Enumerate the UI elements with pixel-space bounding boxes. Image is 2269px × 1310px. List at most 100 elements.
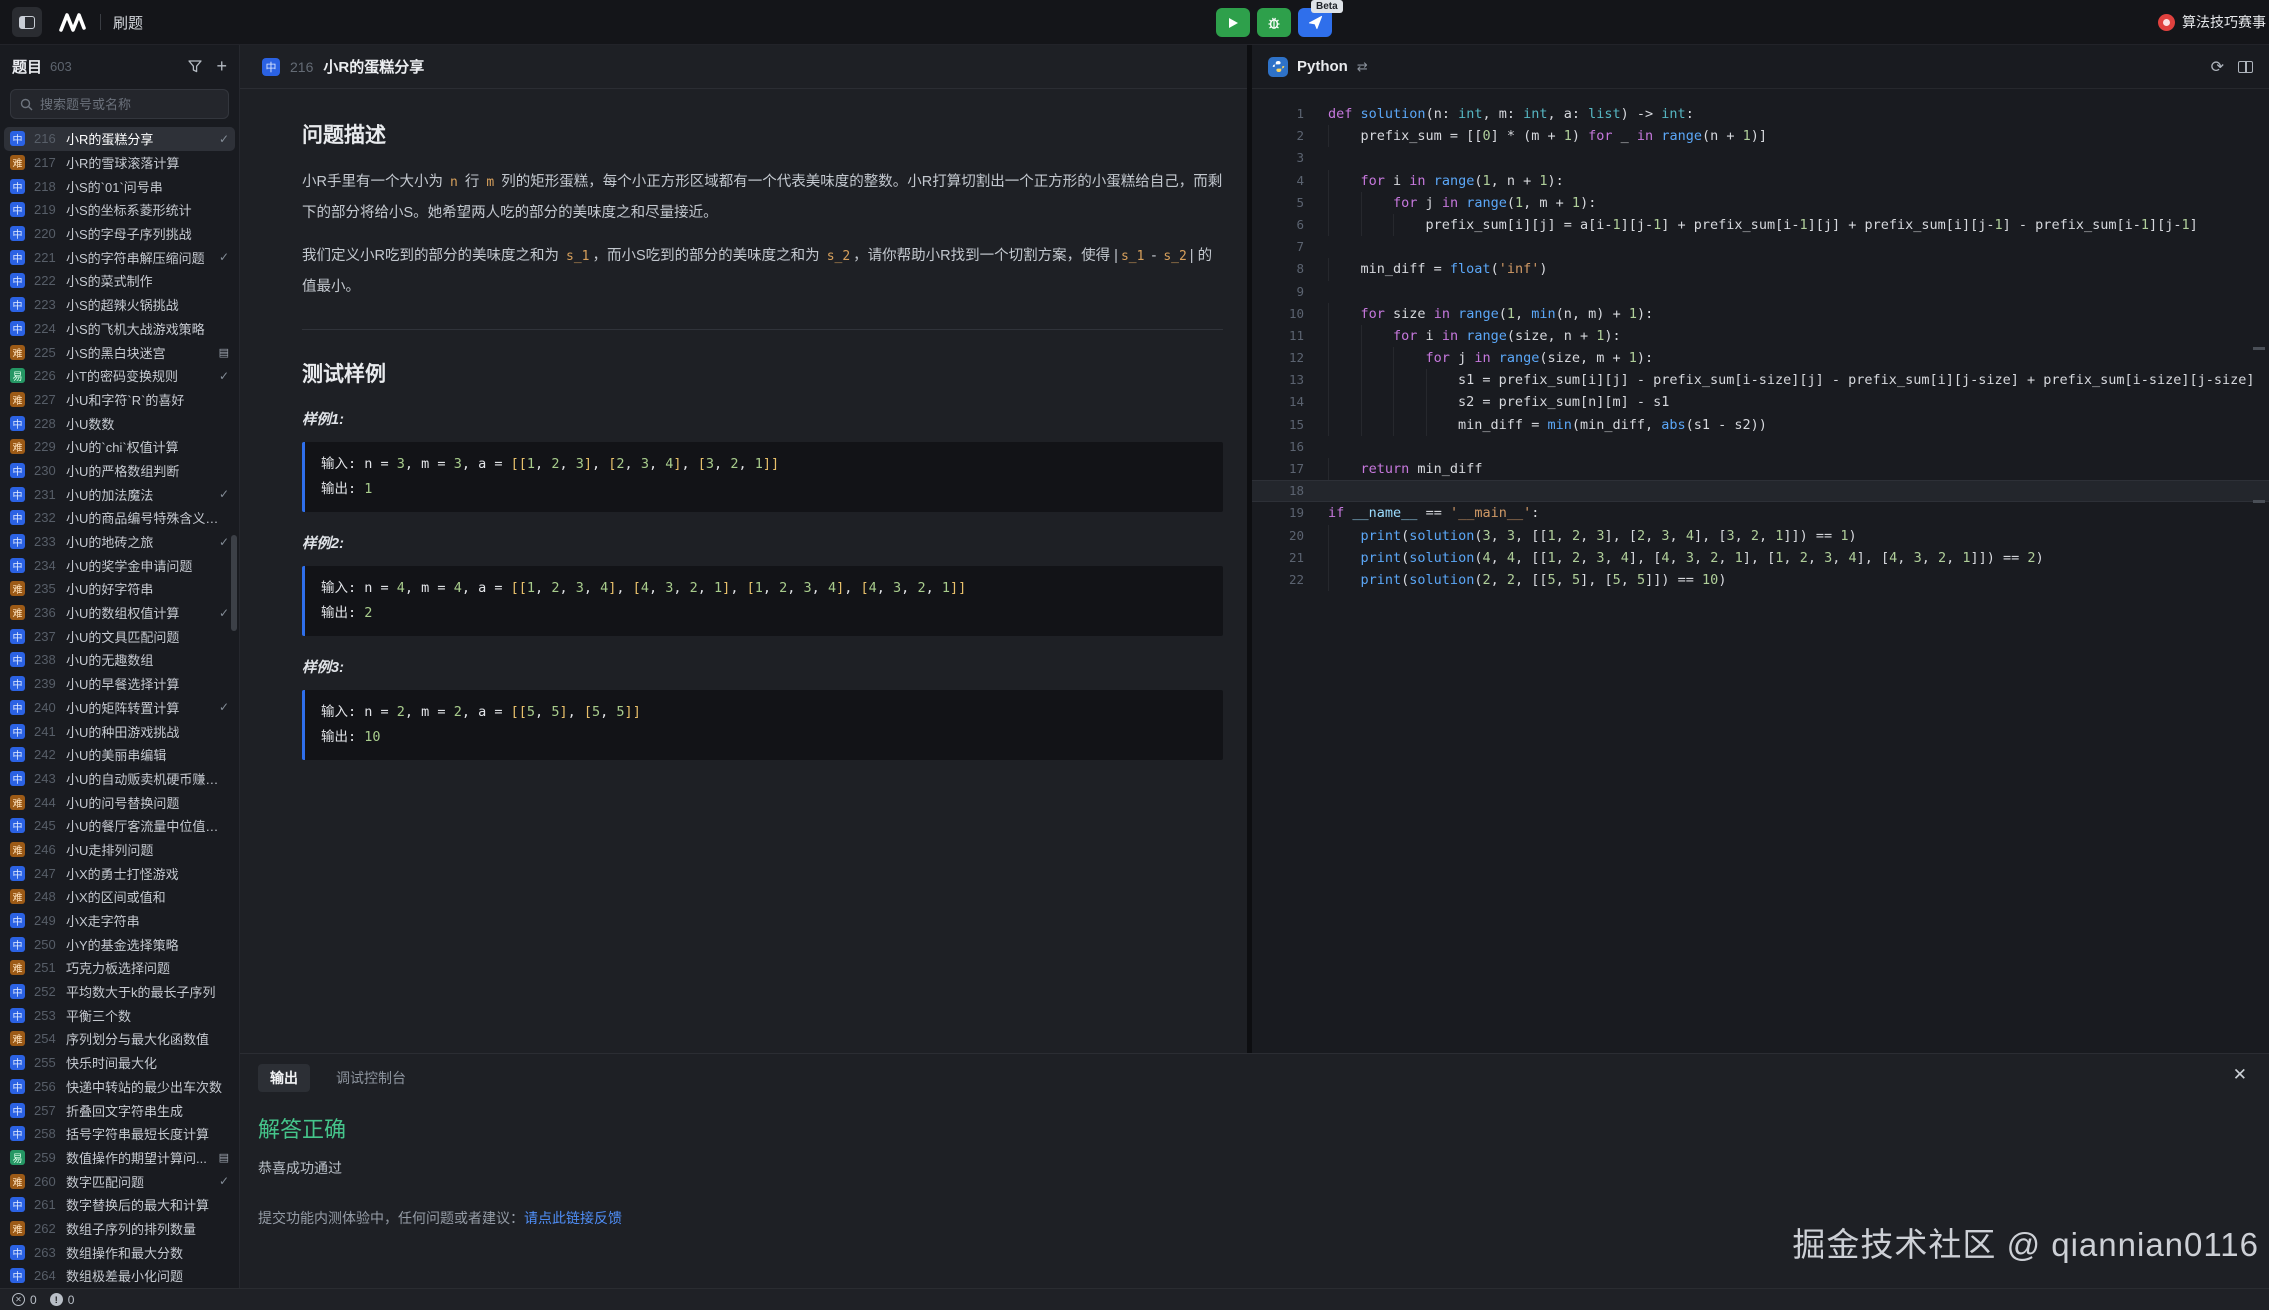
code-line[interactable]: 8 min_diff = float('inf')	[1252, 258, 2269, 280]
line-number[interactable]: 9	[1252, 281, 1304, 303]
line-number[interactable]: 4	[1252, 170, 1304, 192]
problem-list-item[interactable]: 难236小U的数组权值计算✓	[0, 601, 239, 625]
code-line[interactable]: 12 for j in range(size, m + 1):	[1252, 347, 2269, 369]
problem-list-item[interactable]: 中218小S的`01`问号串	[0, 174, 239, 198]
problem-list-item[interactable]: 难225小S的黑白块迷宫▤	[0, 340, 239, 364]
problem-list-item[interactable]: 中256快递中转站的最少出车次数	[0, 1075, 239, 1099]
code-line[interactable]: 3	[1252, 147, 2269, 169]
code-line[interactable]: 6 prefix_sum[i][j] = a[i-1][j-1] + prefi…	[1252, 214, 2269, 236]
problem-list-item[interactable]: 难251巧克力板选择问题	[0, 956, 239, 980]
line-number[interactable]: 22	[1252, 569, 1304, 591]
line-number[interactable]: 12	[1252, 347, 1304, 369]
problem-list-item[interactable]: 中249小X走字符串	[0, 909, 239, 933]
problem-list-item[interactable]: 中242小U的美丽串编辑	[0, 743, 239, 767]
line-number[interactable]: 20	[1252, 525, 1304, 547]
code-line[interactable]: 21 print(solution(4, 4, [[1, 2, 3, 4], […	[1252, 547, 2269, 569]
search-input[interactable]	[40, 97, 210, 112]
line-number[interactable]: 21	[1252, 547, 1304, 569]
problem-list-item[interactable]: 中253平衡三个数	[0, 1003, 239, 1027]
code-line[interactable]: 20 print(solution(3, 3, [[1, 2, 3], [2, …	[1252, 525, 2269, 547]
problem-list-item[interactable]: 中234小U的奖学金申请问题	[0, 553, 239, 577]
line-number[interactable]: 7	[1252, 236, 1304, 258]
reset-code-icon[interactable]: ⟳	[2211, 57, 2224, 77]
language-switch-icon[interactable]: ⇄	[1357, 59, 1368, 75]
line-number[interactable]: 19	[1252, 502, 1304, 524]
line-number[interactable]: 1	[1252, 103, 1304, 125]
problem-list-item[interactable]: 中239小U的早餐选择计算	[0, 672, 239, 696]
code-line[interactable]: 22 print(solution(2, 2, [[5, 5], [5, 5]]…	[1252, 569, 2269, 591]
code-line[interactable]: 13 s1 = prefix_sum[i][j] - prefix_sum[i-…	[1252, 369, 2269, 391]
problem-list-item[interactable]: 中223小S的超辣火锅挑战	[0, 293, 239, 317]
code-line[interactable]: 16	[1252, 436, 2269, 458]
problem-list-item[interactable]: 中228小U数数	[0, 411, 239, 435]
sidebar-scrollbar-thumb[interactable]	[231, 535, 237, 631]
problem-list-item[interactable]: 中264数组极差最小化问题	[0, 1264, 239, 1288]
code-line[interactable]: 17 return min_diff	[1252, 458, 2269, 480]
feedback-link[interactable]: 请点此链接反馈	[524, 1210, 622, 1226]
line-number[interactable]: 16	[1252, 436, 1304, 458]
line-number[interactable]: 6	[1252, 214, 1304, 236]
code-line[interactable]: 18	[1252, 480, 2269, 502]
problem-list-item[interactable]: 难246小U走排列问题	[0, 838, 239, 862]
problem-list-item[interactable]: 难262数组子序列的排列数量	[0, 1217, 239, 1241]
problem-list-item[interactable]: 难229小U的`chi`权值计算	[0, 435, 239, 459]
code-editor[interactable]: 1def solution(n: int, m: int, a: list) -…	[1252, 89, 2269, 591]
search-box[interactable]	[10, 89, 229, 119]
problem-list-item[interactable]: 中221小S的字符串解压缩问题✓	[0, 245, 239, 269]
contest-banner[interactable]: 算法技巧赛事 vo	[2158, 12, 2269, 32]
problem-list-item[interactable]: 中255快乐时间最大化	[0, 1051, 239, 1075]
code-line[interactable]: 15 min_diff = min(min_diff, abs(s1 - s2)…	[1252, 414, 2269, 436]
line-number[interactable]: 11	[1252, 325, 1304, 347]
app-logo[interactable]	[58, 12, 88, 32]
problem-list-item[interactable]: 中250小Y的基金选择策略	[0, 932, 239, 956]
problem-list-item[interactable]: 难217小R的雪球滚落计算	[0, 151, 239, 175]
tab-debug-console[interactable]: 调试控制台	[336, 1068, 406, 1088]
problem-list-item[interactable]: 易259数值操作的期望计算问...▤	[0, 1146, 239, 1170]
problem-list-item[interactable]: 中238小U的无趣数组	[0, 648, 239, 672]
problem-list-item[interactable]: 中240小U的矩阵转置计算✓	[0, 696, 239, 720]
problem-list-item[interactable]: 中216小R的蛋糕分享✓	[4, 127, 235, 151]
problem-list-item[interactable]: 中219小S的坐标系菱形统计	[0, 198, 239, 222]
code-line[interactable]: 14 s2 = prefix_sum[n][m] - s1	[1252, 391, 2269, 413]
code-line[interactable]: 10 for size in range(1, min(n, m) + 1):	[1252, 303, 2269, 325]
problem-list-item[interactable]: 中263数组操作和最大分数	[0, 1240, 239, 1264]
filter-button[interactable]	[188, 60, 202, 73]
line-number[interactable]: 18	[1252, 480, 1304, 502]
code-line[interactable]: 5 for j in range(1, m + 1):	[1252, 192, 2269, 214]
problem-list-item[interactable]: 难254序列划分与最大化函数值	[0, 1027, 239, 1051]
problem-list-item[interactable]: 中220小S的字母子序列挑战	[0, 222, 239, 246]
code-line[interactable]: 11 for i in range(size, n + 1):	[1252, 325, 2269, 347]
run-button[interactable]	[1216, 8, 1250, 37]
problem-list-item[interactable]: 中231小U的加法魔法✓	[0, 482, 239, 506]
problem-list-item[interactable]: 难260数字匹配问题✓	[0, 1169, 239, 1193]
split-view-icon[interactable]	[2238, 61, 2253, 73]
problem-list-item[interactable]: 中243小U的自动贩卖机硬币赚取...	[0, 767, 239, 791]
line-number[interactable]: 14	[1252, 391, 1304, 413]
line-number[interactable]: 5	[1252, 192, 1304, 214]
problem-list-item[interactable]: 难227小U和字符`R`的喜好	[0, 388, 239, 412]
code-line[interactable]: 19if __name__ == '__main__':	[1252, 502, 2269, 524]
code-line[interactable]: 9	[1252, 281, 2269, 303]
problem-list-item[interactable]: 中222小S的菜式制作	[0, 269, 239, 293]
problem-list-item[interactable]: 中233小U的地砖之旅✓	[0, 530, 239, 554]
sidebar-toggle-button[interactable]	[12, 7, 42, 37]
problem-list-item[interactable]: 易226小T的密码变换规则✓	[0, 364, 239, 388]
problem-list-item[interactable]: 中258括号字符串最短长度计算	[0, 1122, 239, 1146]
code-line[interactable]: 1def solution(n: int, m: int, a: list) -…	[1252, 103, 2269, 125]
tab-output[interactable]: 输出	[258, 1064, 310, 1092]
problem-list-item[interactable]: 中241小U的种田游戏挑战	[0, 719, 239, 743]
code-line[interactable]: 2 prefix_sum = [[0] * (m + 1) for _ in r…	[1252, 125, 2269, 147]
problem-list-item[interactable]: 中245小U的餐厅客流量中位值计...	[0, 814, 239, 838]
problem-list-item[interactable]: 中237小U的文具匹配问题	[0, 624, 239, 648]
problem-list-item[interactable]: 中252平均数大于k的最长子序列	[0, 980, 239, 1004]
problem-list-item[interactable]: 难248小X的区间或值和	[0, 885, 239, 909]
problem-list-item[interactable]: 中232小U的商品编号特殊含义统...	[0, 506, 239, 530]
problem-list-item[interactable]: 难235小U的好字符串	[0, 577, 239, 601]
add-problem-button[interactable]: +	[216, 57, 227, 75]
line-number[interactable]: 2	[1252, 125, 1304, 147]
problem-list-item[interactable]: 难244小U的问号替换问题	[0, 790, 239, 814]
problem-list-item[interactable]: 中261数字替换后的最大和计算	[0, 1193, 239, 1217]
code-line[interactable]: 7	[1252, 236, 2269, 258]
line-number[interactable]: 10	[1252, 303, 1304, 325]
problem-list-item[interactable]: 中257折叠回文字符串生成	[0, 1098, 239, 1122]
